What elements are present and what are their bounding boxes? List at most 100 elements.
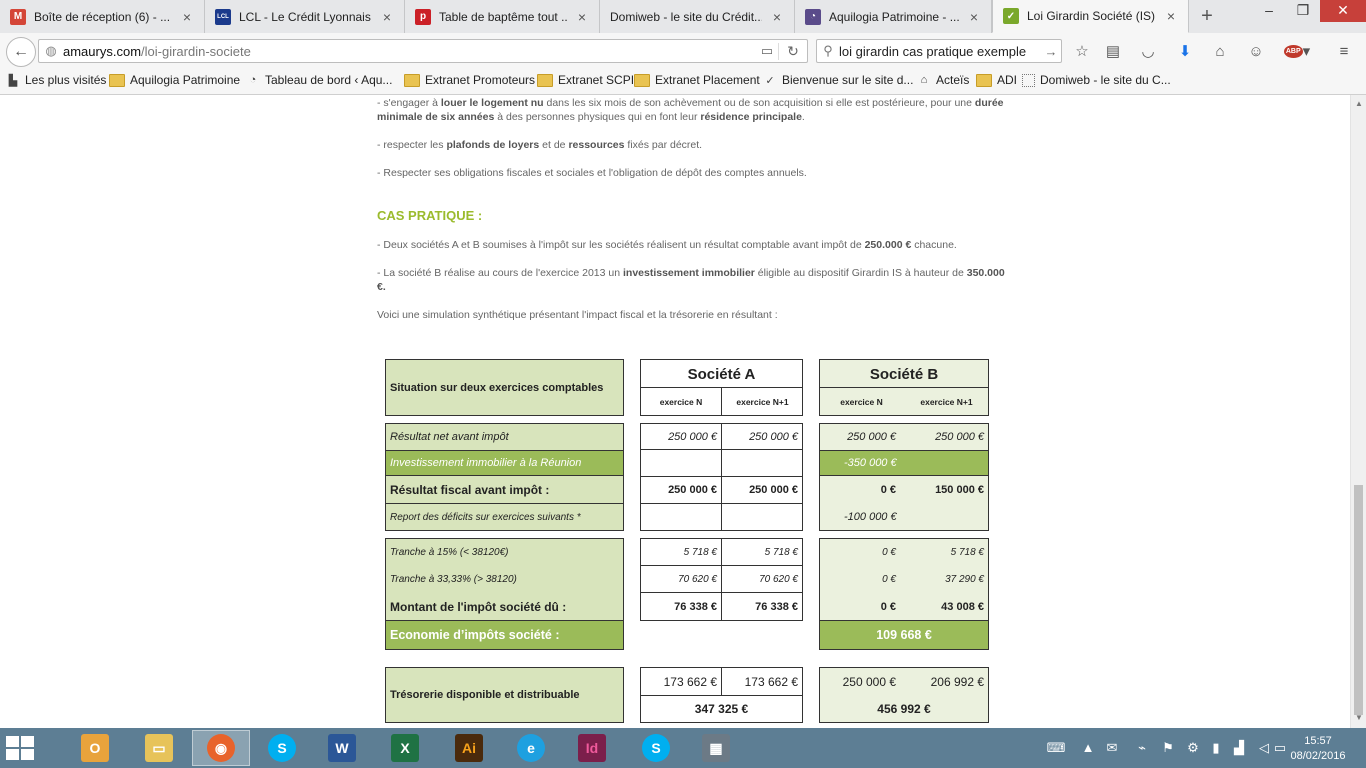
vertical-scrollbar[interactable]: ▲ ▼ <box>1350 95 1366 728</box>
tab-lcl[interactable]: LCL LCL - Le Crédit Lyonnais × <box>205 0 405 33</box>
b-n-tresorerie: 250 000 € <box>842 674 896 689</box>
minimize-button[interactable]: – <box>1252 0 1286 22</box>
b-n1-tresorerie: 206 992 € <box>930 674 984 689</box>
windows-start-button[interactable] <box>6 736 36 760</box>
notification-icon[interactable]: ▭ <box>1272 740 1288 756</box>
close-tab-icon[interactable]: × <box>1164 8 1178 24</box>
taskbar-file-explorer[interactable]: ▭ <box>130 730 188 766</box>
b-total-tresorerie: 456 992 € <box>877 702 931 716</box>
firefox-icon: ◉ <box>207 734 235 762</box>
gmail-icon: M <box>10 8 26 25</box>
battery-icon[interactable]: ▮ <box>1208 740 1224 756</box>
bookmark-item[interactable]: ADI <box>976 73 1017 87</box>
taskbar-calculator[interactable]: ▦ <box>687 730 745 766</box>
scrollbar-thumb[interactable] <box>1354 485 1363 715</box>
volume-icon[interactable]: ◁ <box>1256 740 1272 756</box>
societe-a-title: Société A <box>687 365 756 383</box>
skype-icon: S <box>268 734 296 762</box>
tab-title: Aquilogia Patrimoine - ... <box>829 9 959 24</box>
reload-icon[interactable]: ↻ <box>778 42 807 60</box>
b-n-resultat-net: 250 000 € <box>847 430 896 443</box>
bookmark-star-icon[interactable]: ☆ <box>1072 41 1092 61</box>
taskbar-indesign[interactable]: Id <box>563 730 621 766</box>
url-text[interactable]: amaurys.com/loi-girardin-societe <box>63 44 756 59</box>
tab-domiweb[interactable]: Domiweb - le site du Crédit... × <box>600 0 795 33</box>
network-icon[interactable]: ▟ <box>1231 740 1247 756</box>
keyboard-icon[interactable]: ⌨ <box>1042 740 1070 756</box>
bookmark-item[interactable]: ⌂ Acteïs <box>917 73 970 87</box>
bookmark-item[interactable]: ✓ Bienvenue sur le site d... <box>763 73 913 87</box>
taskbar-illustrator[interactable]: Ai <box>440 730 498 766</box>
bookmarks-list-icon[interactable]: ▤ <box>1103 41 1123 61</box>
bookmarks-toolbar: ▙ Les plus visités Aquilogia Patrimoine ◔… <box>0 69 1366 95</box>
societe-a-ex-n1: exercice N+1 <box>736 397 789 407</box>
close-tab-icon[interactable]: × <box>967 9 981 25</box>
downloads-icon[interactable]: ⬇ <box>1175 41 1195 61</box>
folder-icon <box>537 73 553 87</box>
taskbar-outlook[interactable]: O <box>66 730 124 766</box>
tab-title: Boîte de réception (6) - ... <box>34 9 171 24</box>
bookmark-item[interactable]: Extranet SCPI <box>537 73 634 87</box>
b-n-tranche15: 0 € <box>882 546 896 558</box>
address-bar[interactable]: ◍ amaurys.com/loi-girardin-societe ▭ ↻ <box>38 39 808 63</box>
home-icon[interactable]: ⌂ <box>1210 41 1230 61</box>
show-hidden-icons-icon[interactable]: ▲ <box>1080 740 1096 755</box>
system-clock[interactable]: 15:57 08/02/2016 <box>1290 734 1346 764</box>
row-label-investissement: Investissement immobilier à la Réunion <box>386 450 623 476</box>
adblock-icon[interactable]: ABP ▾ <box>1282 41 1312 61</box>
new-tab-button[interactable]: + <box>1196 5 1218 27</box>
acteis-icon: ⌂ <box>920 74 928 86</box>
pocket-icon[interactable]: ◡ <box>1138 41 1158 61</box>
societe-b-title: Société B <box>869 365 939 383</box>
tab-loi-girardin[interactable]: ✓ Loi Girardin Société (IS) × <box>992 0 1189 33</box>
check-icon: ✓ <box>765 74 775 87</box>
b-n1-resultat-net: 250 000 € <box>935 430 984 443</box>
reader-view-icon[interactable]: ▭ <box>756 43 778 59</box>
close-tab-icon[interactable]: × <box>575 9 589 25</box>
tab-aquilogia[interactable]: ◔ Aquilogia Patrimoine - ... × <box>795 0 992 33</box>
mail-icon[interactable]: ✉ <box>1104 740 1120 756</box>
sync-icon[interactable]: ⚙ <box>1185 740 1201 756</box>
pinterest-icon: p <box>415 8 431 25</box>
aquilogia-icon: ◔ <box>249 74 257 86</box>
bookmark-item[interactable]: Domiweb - le site du C... <box>1022 73 1171 87</box>
bookmark-item[interactable]: ◔ Tableau de bord ‹ Aqu... <box>246 73 393 87</box>
row-label-resultat-net: Résultat net avant impôt <box>390 431 509 443</box>
bookmark-item[interactable]: Aquilogia Patrimoine <box>109 73 240 87</box>
taskbar-firefox[interactable]: ◉ <box>192 730 250 766</box>
tab-title: LCL - Le Crédit Lyonnais <box>239 9 371 24</box>
file-explorer-icon: ▭ <box>145 734 173 762</box>
close-tab-icon[interactable]: × <box>180 9 194 25</box>
paragraph-conditions-1: - s'engager à louer le logement nu dans … <box>377 97 1004 123</box>
chat-icon[interactable]: ☺ <box>1246 41 1266 61</box>
taskbar-skype-2[interactable]: S <box>627 730 685 766</box>
close-tab-icon[interactable]: × <box>380 9 394 25</box>
bookmark-item[interactable]: ▙ Les plus visités <box>6 73 107 87</box>
row-label-tranche15: Tranche à 15% (< 38120€) <box>390 547 509 558</box>
tab-gmail[interactable]: M Boîte de réception (6) - ... × <box>0 0 205 33</box>
acrobat-icon[interactable]: ⌁ <box>1134 740 1150 756</box>
search-bar[interactable]: ⚲ → <box>816 39 1062 63</box>
scroll-down-icon[interactable]: ▼ <box>1351 713 1366 722</box>
bookmark-item[interactable]: Extranet Promoteurs <box>404 73 535 87</box>
taskbar-excel[interactable]: X <box>376 730 434 766</box>
back-button[interactable]: ← <box>6 37 36 67</box>
maximize-button[interactable]: ❐ <box>1286 0 1320 22</box>
bookmark-item[interactable]: Extranet Placement <box>634 73 760 87</box>
clock-time: 15:57 <box>1304 735 1332 747</box>
search-input[interactable] <box>839 43 1041 59</box>
close-tab-icon[interactable]: × <box>770 9 784 25</box>
action-center-icon[interactable]: ⚑ <box>1160 740 1176 756</box>
tab-pinterest[interactable]: p Table de baptême tout ... × <box>405 0 600 33</box>
taskbar-word[interactable]: W <box>313 730 371 766</box>
close-window-button[interactable]: ✕ <box>1320 0 1366 22</box>
paragraph-conditions-3: - Respecter ses obligations fiscales et … <box>377 167 807 179</box>
search-go-icon[interactable]: → <box>1041 44 1061 59</box>
taskbar-skype[interactable]: S <box>253 730 311 766</box>
bookmark-label: ADI <box>997 73 1018 87</box>
lcl-icon: LCL <box>215 8 231 25</box>
taskbar-internet-explorer[interactable]: e <box>502 730 560 766</box>
back-arrow-icon: ← <box>13 43 29 60</box>
menu-icon[interactable]: ≡ <box>1334 41 1354 61</box>
scroll-up-icon[interactable]: ▲ <box>1351 99 1366 108</box>
